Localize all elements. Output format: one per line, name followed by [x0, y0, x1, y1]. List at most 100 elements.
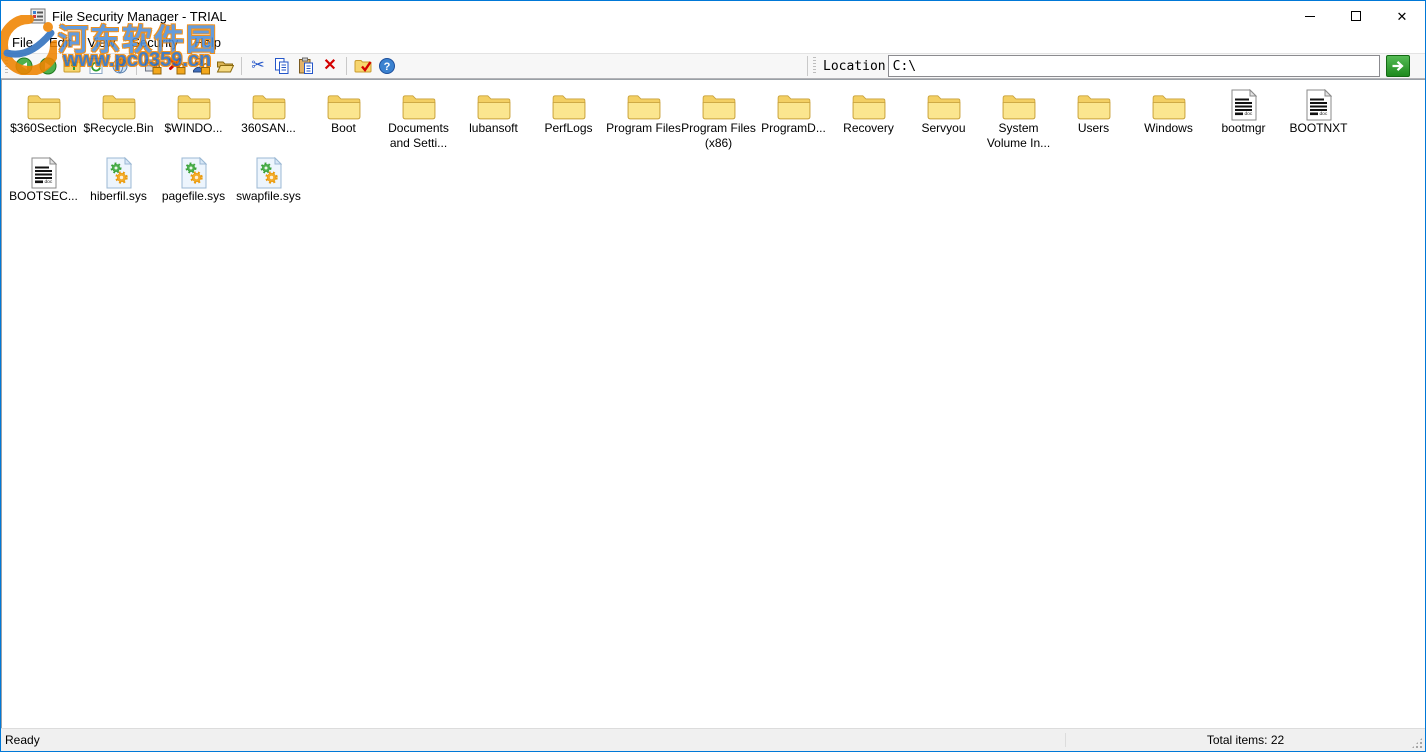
open-folder-button[interactable]: [213, 55, 237, 77]
file-item[interactable]: Servyou: [906, 84, 981, 152]
user-permissions-button[interactable]: [189, 55, 213, 77]
file-label: Boot: [331, 121, 356, 136]
toolbar-separator: [241, 57, 242, 75]
location-separator: [807, 56, 808, 76]
menu-bar: FileEditViewSecurityHelp: [1, 31, 1425, 53]
set-security-button[interactable]: [141, 55, 165, 77]
delete-icon: ✕: [323, 57, 336, 74]
menu-edit[interactable]: Edit: [41, 33, 79, 52]
menu-file[interactable]: File: [4, 33, 41, 52]
file-grid: $360Section$Recycle.Bin$WINDO... 360SAN..…: [2, 80, 1425, 220]
back-button[interactable]: [12, 55, 36, 77]
back-icon: [15, 57, 33, 75]
paste-icon: [297, 57, 315, 75]
close-button[interactable]: ✕: [1379, 1, 1425, 31]
file-item[interactable]: 360SAN...: [231, 84, 306, 152]
folder-icon: [101, 85, 137, 121]
file-item[interactable]: $WINDO...: [156, 84, 231, 152]
app-icon: [30, 8, 46, 24]
file-item[interactable]: $360Section: [6, 84, 81, 152]
doc-icon: doc: [1231, 85, 1257, 121]
drive-lock-icon: [144, 57, 162, 75]
file-item[interactable]: ProgramD...: [756, 84, 831, 152]
close-icon: ✕: [1397, 10, 1408, 23]
forward-icon: [39, 57, 57, 75]
title-bar[interactable]: File Security Manager - TRIAL ✕: [1, 1, 1425, 31]
file-item[interactable]: Recovery: [831, 84, 906, 152]
file-item[interactable]: PerfLogs: [531, 84, 606, 152]
folder-icon: [176, 85, 212, 121]
file-item[interactable]: $Recycle.Bin: [81, 84, 156, 152]
maximize-button[interactable]: [1333, 1, 1379, 31]
toolbar-grip[interactable]: [5, 57, 8, 75]
file-item[interactable]: Windows: [1131, 84, 1206, 152]
file-label: System Volume In...: [981, 121, 1056, 151]
file-item[interactable]: swapfile.sys: [231, 152, 306, 220]
cut-button[interactable]: ✂: [246, 55, 270, 77]
folder-icon: [626, 85, 662, 121]
file-item[interactable]: pagefile.sys: [156, 152, 231, 220]
file-item[interactable]: Program Files: [606, 84, 681, 152]
file-label: bootmgr: [1221, 121, 1265, 136]
file-label: Documents and Setti...: [381, 121, 456, 151]
delete-button[interactable]: ✕: [318, 55, 342, 77]
location-grip[interactable]: [813, 57, 816, 75]
file-item[interactable]: Program Files (x86): [681, 84, 756, 152]
file-item[interactable]: Users: [1056, 84, 1131, 152]
remove-security-button[interactable]: [165, 55, 189, 77]
minimize-button[interactable]: [1287, 1, 1333, 31]
folder-icon: [476, 85, 512, 121]
refresh-button[interactable]: [84, 55, 108, 77]
file-label: swapfile.sys: [236, 189, 301, 204]
refresh-icon: [87, 57, 105, 75]
folder-icon: [776, 85, 812, 121]
svg-text:doc: doc: [1244, 111, 1252, 117]
copy-button[interactable]: [270, 55, 294, 77]
file-item[interactable]: docBOOTNXT: [1281, 84, 1356, 152]
status-bar: Ready Total items: 22: [1, 728, 1425, 751]
folder-icon: [1076, 85, 1112, 121]
file-item[interactable]: lubansoft: [456, 84, 531, 152]
file-label: Recovery: [843, 121, 894, 136]
file-item[interactable]: docBOOTSEC...: [6, 152, 81, 220]
file-label: Servyou: [921, 121, 965, 136]
window-controls: ✕: [1287, 1, 1425, 31]
forward-button[interactable]: [36, 55, 60, 77]
file-label: ProgramD...: [761, 121, 826, 136]
go-button[interactable]: [1386, 55, 1410, 77]
file-label: hiberfil.sys: [90, 189, 147, 204]
file-item[interactable]: Boot: [306, 84, 381, 152]
menu-help[interactable]: Help: [186, 33, 229, 52]
globe-icon: [111, 57, 129, 75]
folder-icon: [251, 85, 287, 121]
open-folder-icon: [216, 57, 234, 75]
globe-button[interactable]: [108, 55, 132, 77]
file-view[interactable]: $360Section$Recycle.Bin$WINDO... 360SAN..…: [1, 79, 1425, 728]
maximize-icon: [1351, 11, 1361, 21]
user-lock-icon: [192, 57, 210, 75]
folder-check-icon: [354, 57, 372, 75]
cut-icon: ✂: [251, 58, 264, 74]
apply-button[interactable]: [351, 55, 375, 77]
folder-icon: [401, 85, 437, 121]
minimize-icon: [1305, 16, 1315, 17]
up-button[interactable]: [60, 55, 84, 77]
file-label: 360SAN...: [241, 121, 296, 136]
toolbar-separator: [136, 57, 137, 75]
sys-icon: [106, 153, 132, 189]
doc-icon: doc: [31, 153, 57, 189]
window-title: File Security Manager - TRIAL: [52, 9, 227, 24]
file-item[interactable]: doc bootmgr: [1206, 84, 1281, 152]
file-label: Program Files: [606, 121, 681, 136]
location-input[interactable]: [888, 55, 1380, 77]
help-button[interactable]: ?: [375, 55, 399, 77]
file-item[interactable]: Documents and Setti...: [381, 84, 456, 152]
menu-view[interactable]: View: [79, 33, 123, 52]
folder-icon: [701, 85, 737, 121]
remove-security-icon: [168, 57, 186, 75]
menu-security[interactable]: Security: [123, 33, 186, 52]
toolbar-band: ✂✕? Location: [1, 53, 1425, 79]
file-item[interactable]: System Volume In...: [981, 84, 1056, 152]
paste-button[interactable]: [294, 55, 318, 77]
file-item[interactable]: hiberfil.sys: [81, 152, 156, 220]
